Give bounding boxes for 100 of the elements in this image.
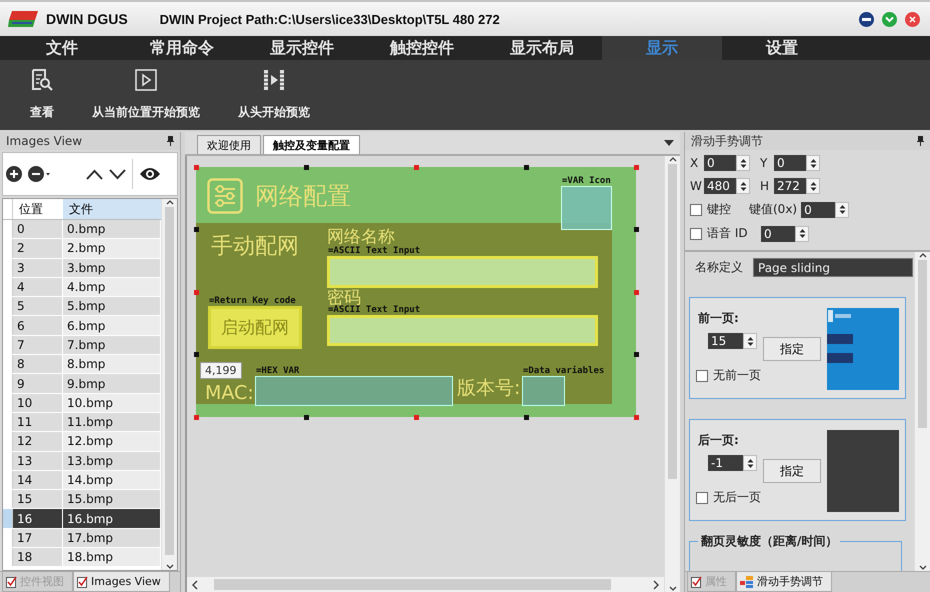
number-field[interactable]: 480 [704,178,736,194]
move-down-button[interactable] [109,168,126,180]
table-cell[interactable]: 4.bmp [63,278,161,296]
table-cell[interactable]: 2 [13,239,63,258]
move-up-button[interactable] [86,168,103,180]
column-header[interactable]: 文件 [63,199,161,219]
table-cell[interactable]: 7.bmp [63,336,161,354]
horizontal-scrollbar[interactable] [187,577,664,592]
menu-tab[interactable]: 常用命令 [122,36,242,60]
number-field[interactable]: 15 [708,333,743,349]
icon-area [561,186,612,230]
table-cell[interactable]: 15.bmp [63,490,161,508]
table-cell[interactable]: 0 [13,220,63,238]
scroll-up-icon[interactable] [668,156,676,162]
table-cell[interactable]: 14 [13,470,63,490]
table-cell[interactable]: 5 [13,297,63,316]
table-cell[interactable]: 11.bmp [63,412,161,432]
ribbon-button[interactable]: 查看 [22,64,62,125]
vertical-scrollbar[interactable] [914,252,930,571]
spin-arrows-icon [740,158,746,168]
table-cell[interactable]: 6.bmp [63,316,161,335]
table-cell[interactable]: 8 [13,355,63,374]
data-field [522,376,565,406]
spin-button[interactable] [743,455,757,471]
menu-tab[interactable]: 设置 [722,36,842,60]
table-cell[interactable]: 10 [13,394,63,412]
table-cell[interactable]: 13.bmp [63,452,161,470]
number-field[interactable]: 0 [704,155,736,171]
table-cell[interactable]: 0.bmp [63,220,161,238]
menu-tab[interactable]: 显示控件 [242,36,362,60]
number-field[interactable]: -1 [708,455,743,471]
table-cell[interactable]: 3 [13,258,63,277]
panel-tab[interactable]: 滑动手势调节 [736,572,832,592]
checkbox[interactable] [690,228,702,240]
assign-button[interactable]: 指定 [763,337,821,361]
spin-button[interactable] [736,178,750,194]
number-field[interactable]: 0 [761,226,795,242]
minimize-button[interactable] [859,12,874,26]
name-field[interactable]: Page sliding [753,258,913,277]
checkbox[interactable] [690,204,702,216]
table-cell[interactable]: 11 [13,412,63,432]
menu-tab[interactable]: 文件 [2,36,122,60]
table-cell[interactable]: 9.bmp [63,374,161,393]
table-cell[interactable]: 17.bmp [63,528,161,548]
spin-button[interactable] [806,155,820,171]
table-cell[interactable]: 4 [13,278,63,296]
table-cell[interactable]: 3.bmp [63,258,161,277]
table-cell[interactable]: 18 [13,548,63,566]
table-cell[interactable]: 8.bmp [63,355,161,374]
table-cell[interactable]: 15 [13,490,63,508]
table-cell[interactable]: 9 [13,374,63,393]
number-field[interactable]: 272 [774,178,806,194]
table-cell[interactable]: 12.bmp [63,432,161,451]
minus-caret-icon [28,166,50,182]
number-field[interactable]: 0 [774,155,806,171]
remove-dropdown-button[interactable] [28,166,50,182]
maximize-button[interactable] [882,12,897,26]
scroll-up-icon[interactable] [918,252,926,258]
panel-tab[interactable]: Images View [73,572,170,592]
table-cell[interactable]: 7 [13,336,63,354]
spin-button[interactable] [835,202,850,218]
minus-icon [862,18,871,20]
table-cell[interactable]: 5.bmp [63,297,161,316]
table-cell[interactable]: 13 [13,452,63,470]
eye-button[interactable] [139,166,161,182]
table-cell[interactable]: 16 [13,509,63,528]
spin-button[interactable] [795,226,809,242]
close-button[interactable] [905,12,920,26]
scroll-left-icon[interactable] [190,580,200,590]
menu-tab[interactable]: 显示布局 [482,36,602,60]
spin-button[interactable] [743,333,757,349]
table-cell[interactable]: 16.bmp [63,509,161,528]
vertical-scrollbar[interactable] [664,156,680,592]
table-cell[interactable]: 6 [13,316,63,335]
table-cell[interactable]: 10.bmp [63,394,161,412]
table-cell[interactable]: 17 [13,528,63,548]
pin-icon[interactable] [167,136,174,146]
scroll-down-icon[interactable] [918,565,926,571]
scroll-down-icon[interactable] [166,564,174,570]
ribbon-button[interactable]: 从当前位置开始预览 [84,64,208,125]
table-cell[interactable]: 14.bmp [63,470,161,490]
table-cell[interactable]: 18.bmp [63,548,161,566]
menu-tab[interactable]: 触控控件 [362,36,482,60]
pin-icon[interactable] [917,136,924,146]
number-field[interactable]: 0 [801,202,836,218]
scroll-right-icon[interactable] [651,580,661,590]
table-cell[interactable]: 2.bmp [63,239,161,258]
add-button[interactable] [6,166,22,182]
scroll-up-icon[interactable] [166,199,174,205]
document-tab[interactable]: 触控及变量配置 [263,135,360,154]
assign-button[interactable]: 指定 [763,459,821,483]
vertical-scrollbar[interactable] [161,199,177,570]
spin-button[interactable] [806,178,820,194]
document-tab[interactable]: 欢迎使用 [197,135,261,154]
ribbon-button[interactable]: 从头开始预览 [230,64,318,125]
spin-button[interactable] [736,155,750,171]
checkbox[interactable] [696,492,708,504]
scroll-down-icon[interactable] [668,586,676,592]
table-cell[interactable]: 12 [13,432,63,451]
checkbox[interactable] [696,370,708,382]
